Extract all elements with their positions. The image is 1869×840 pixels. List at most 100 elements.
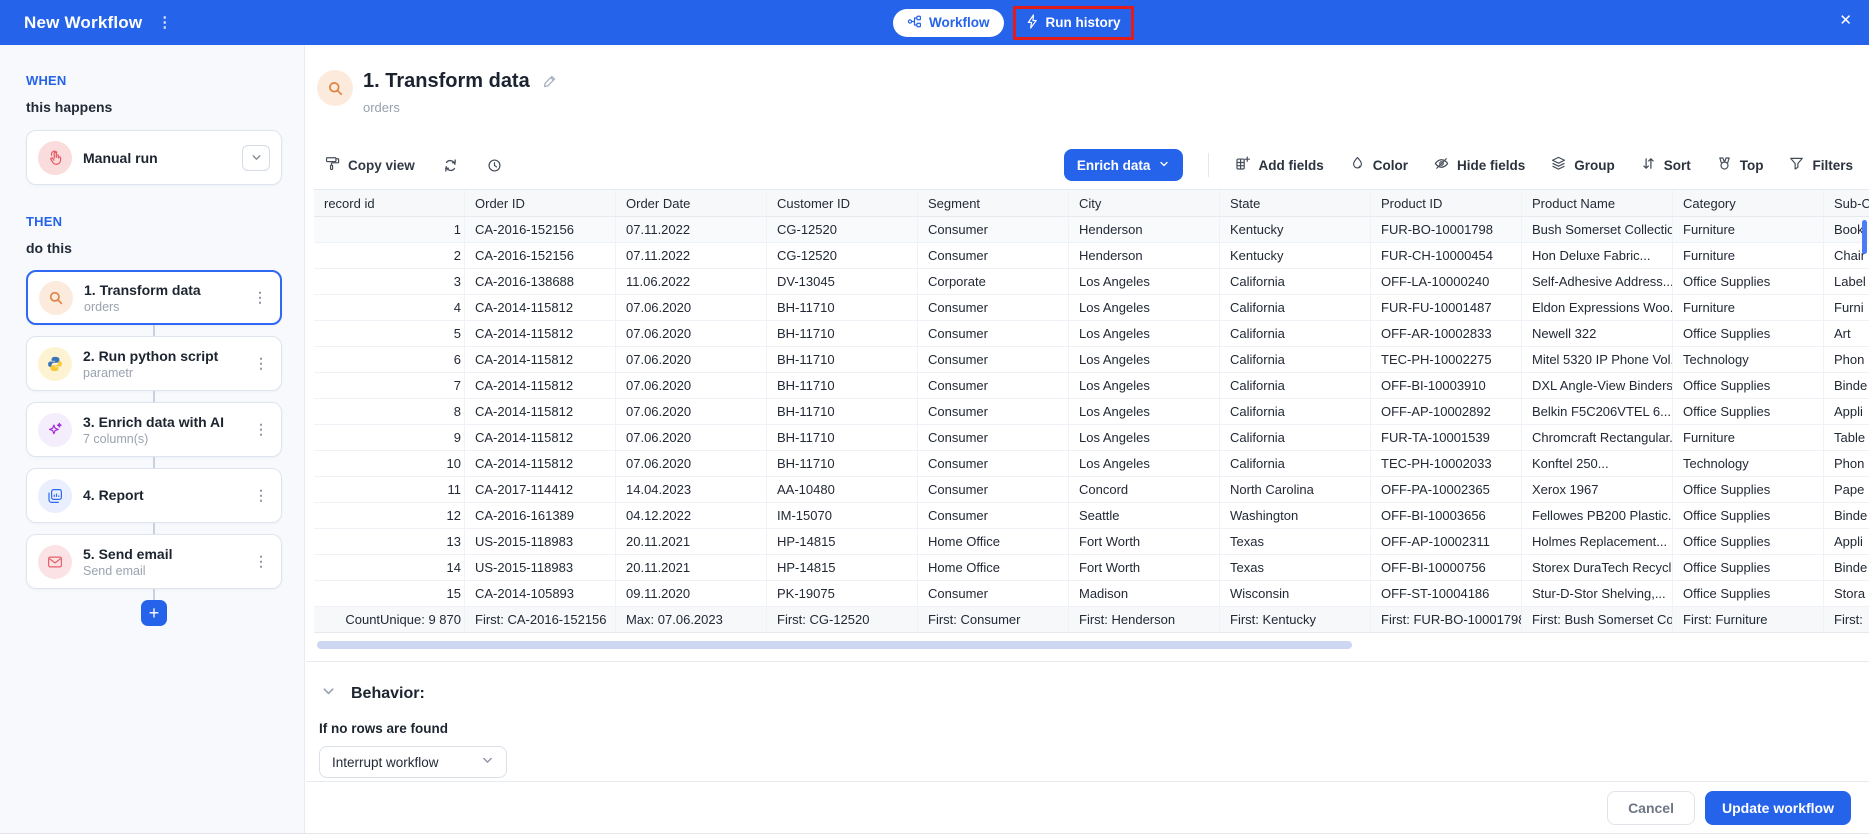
tab-workflow[interactable]: Workflow bbox=[893, 9, 1004, 37]
column-header[interactable]: Product Name bbox=[1522, 190, 1673, 216]
toolbar-action-label: Hide fields bbox=[1457, 158, 1525, 173]
table-cell: CA-2016-152156 bbox=[465, 217, 616, 242]
table-cell: Pape bbox=[1824, 477, 1869, 502]
hide-fields-button[interactable]: Hide fields bbox=[1433, 155, 1525, 175]
table-cell: Binde bbox=[1824, 373, 1869, 398]
table-cell: Technology bbox=[1673, 347, 1824, 372]
table-cell: Corporate bbox=[918, 269, 1069, 294]
table-cell: Wisconsin bbox=[1220, 581, 1371, 606]
lightning-icon bbox=[1026, 14, 1039, 32]
table-row[interactable]: 4CA-2014-11581207.06.2020BH-11710Consume… bbox=[314, 295, 1869, 321]
table-row[interactable]: 1CA-2016-15215607.11.2022CG-12520Consume… bbox=[314, 217, 1869, 243]
copy-view-button[interactable]: Copy view bbox=[324, 155, 415, 175]
workflow-step-card[interactable]: 4. Report⋮ bbox=[26, 468, 282, 523]
kebab-menu-icon[interactable]: ⋮ bbox=[252, 553, 270, 570]
enrich-data-button[interactable]: Enrich data bbox=[1064, 149, 1184, 181]
column-header[interactable]: Category bbox=[1673, 190, 1824, 216]
tab-run-history[interactable]: Run history bbox=[1020, 10, 1127, 36]
add-fields-icon bbox=[1234, 155, 1251, 175]
table-cell: BH-11710 bbox=[767, 321, 918, 346]
table-row[interactable]: 7CA-2014-11581207.06.2020BH-11710Consume… bbox=[314, 373, 1869, 399]
column-header[interactable]: Order ID bbox=[465, 190, 616, 216]
table-row[interactable]: 14US-2015-11898320.11.2021HP-14815Home O… bbox=[314, 555, 1869, 581]
column-header[interactable]: Segment bbox=[918, 190, 1069, 216]
kebab-menu-icon[interactable]: ⋮ bbox=[252, 487, 270, 504]
table-cell: Washington bbox=[1220, 503, 1371, 528]
step-connector bbox=[153, 457, 155, 468]
sort-button[interactable]: Sort bbox=[1640, 155, 1691, 175]
table-row[interactable]: 12CA-2016-16138904.12.2022IM-15070Consum… bbox=[314, 503, 1869, 529]
color-button[interactable]: Color bbox=[1349, 155, 1408, 175]
table-cell: FUR-BO-10001798 bbox=[1371, 217, 1522, 242]
table-cell: Office Supplies bbox=[1673, 269, 1824, 294]
add-fields-button[interactable]: Add fields bbox=[1234, 155, 1323, 175]
table-row[interactable]: 13US-2015-11898320.11.2021HP-14815Home O… bbox=[314, 529, 1869, 555]
step-subtitle: orders bbox=[84, 300, 201, 314]
kebab-menu-icon[interactable]: ⋮ bbox=[251, 289, 269, 306]
refresh-icon[interactable] bbox=[442, 157, 459, 174]
table-row[interactable]: 2CA-2016-15215607.11.2022CG-12520Consume… bbox=[314, 243, 1869, 269]
group-button[interactable]: Group bbox=[1550, 155, 1615, 175]
chevron-down-icon bbox=[1158, 158, 1170, 173]
column-header[interactable]: Product ID bbox=[1371, 190, 1522, 216]
top-button[interactable]: Top bbox=[1716, 155, 1764, 175]
table-cell: Consumer bbox=[918, 217, 1069, 242]
table-row[interactable]: 8CA-2014-11581207.06.2020BH-11710Consume… bbox=[314, 399, 1869, 425]
filters-button[interactable]: Filters bbox=[1788, 155, 1853, 175]
horizontal-scrollbar[interactable] bbox=[317, 641, 1352, 649]
chevron-down-icon[interactable] bbox=[242, 145, 270, 171]
toolbar-action-label: Filters bbox=[1812, 158, 1853, 173]
vertical-scrollbar-thumb[interactable] bbox=[1862, 220, 1867, 254]
table-cell: 10 bbox=[314, 451, 465, 476]
collapse-chevron-icon[interactable] bbox=[321, 684, 336, 704]
table-row[interactable]: 10CA-2014-11581207.06.2020BH-11710Consum… bbox=[314, 451, 1869, 477]
table-row[interactable]: 11CA-2017-11441214.04.2023AA-10480Consum… bbox=[314, 477, 1869, 503]
behavior-select[interactable]: Interrupt workflow bbox=[319, 746, 507, 778]
table-cell: OFF-AR-10002833 bbox=[1371, 321, 1522, 346]
table-row[interactable]: 15CA-2014-10589309.11.2020PK-19075Consum… bbox=[314, 581, 1869, 607]
close-icon[interactable]: ✕ bbox=[1839, 13, 1852, 28]
table-cell: 20.11.2021 bbox=[616, 529, 767, 554]
history-clock-icon[interactable] bbox=[486, 157, 503, 174]
column-header[interactable]: Customer ID bbox=[767, 190, 918, 216]
workflow-step-card[interactable]: 5. Send emailSend email⋮ bbox=[26, 534, 282, 589]
table-row[interactable]: 9CA-2014-11581207.06.2020BH-11710Consume… bbox=[314, 425, 1869, 451]
column-header[interactable]: record id bbox=[314, 190, 465, 216]
table-row[interactable]: 5CA-2014-11581207.06.2020BH-11710Consume… bbox=[314, 321, 1869, 347]
table-cell: Consumer bbox=[918, 503, 1069, 528]
table-cell: Consumer bbox=[918, 243, 1069, 268]
table-row[interactable]: 3CA-2016-13868811.06.2022DV-13045Corpora… bbox=[314, 269, 1869, 295]
table-cell: Consumer bbox=[918, 425, 1069, 450]
table-cell: Furni bbox=[1824, 295, 1869, 320]
kebab-menu-icon[interactable]: ⋮ bbox=[157, 15, 172, 30]
table-cell: Storex DuraTech Recycle... bbox=[1522, 555, 1673, 580]
column-header[interactable]: State bbox=[1220, 190, 1371, 216]
table-cell: 14 bbox=[314, 555, 465, 580]
update-workflow-button[interactable]: Update workflow bbox=[1705, 791, 1851, 825]
table-cell: Stora bbox=[1824, 581, 1869, 606]
table-cell: DXL Angle-View Binders... bbox=[1522, 373, 1673, 398]
column-header[interactable]: City bbox=[1069, 190, 1220, 216]
workflow-step-card[interactable]: 3. Enrich data with AI7 column(s)⋮ bbox=[26, 402, 282, 457]
table-cell: First: Bush Somerset Colle bbox=[1522, 607, 1673, 632]
table-cell: Fort Worth bbox=[1069, 529, 1220, 554]
table-cell: 07.06.2020 bbox=[616, 425, 767, 450]
table-cell: 20.11.2021 bbox=[616, 555, 767, 580]
table-cell: Consumer bbox=[918, 451, 1069, 476]
kebab-menu-icon[interactable]: ⋮ bbox=[252, 421, 270, 438]
table-cell: Appli bbox=[1824, 529, 1869, 554]
table-cell: California bbox=[1220, 295, 1371, 320]
step-connector bbox=[153, 391, 155, 402]
kebab-menu-icon[interactable]: ⋮ bbox=[252, 355, 270, 372]
workflow-step-card[interactable]: 2. Run python scriptparametr⋮ bbox=[26, 336, 282, 391]
step-connector bbox=[153, 523, 155, 534]
trigger-card-manual-run[interactable]: Manual run bbox=[26, 130, 282, 185]
python-icon bbox=[38, 347, 72, 381]
column-header[interactable]: Order Date bbox=[616, 190, 767, 216]
edit-title-pencil-icon[interactable] bbox=[541, 73, 558, 90]
workflow-step-card[interactable]: 1. Transform dataorders⋮ bbox=[26, 270, 282, 325]
add-step-button[interactable]: + bbox=[141, 600, 167, 626]
table-row[interactable]: 6CA-2014-11581207.06.2020BH-11710Consume… bbox=[314, 347, 1869, 373]
column-header[interactable]: Sub-Ca bbox=[1824, 190, 1869, 216]
cancel-button[interactable]: Cancel bbox=[1607, 791, 1695, 825]
